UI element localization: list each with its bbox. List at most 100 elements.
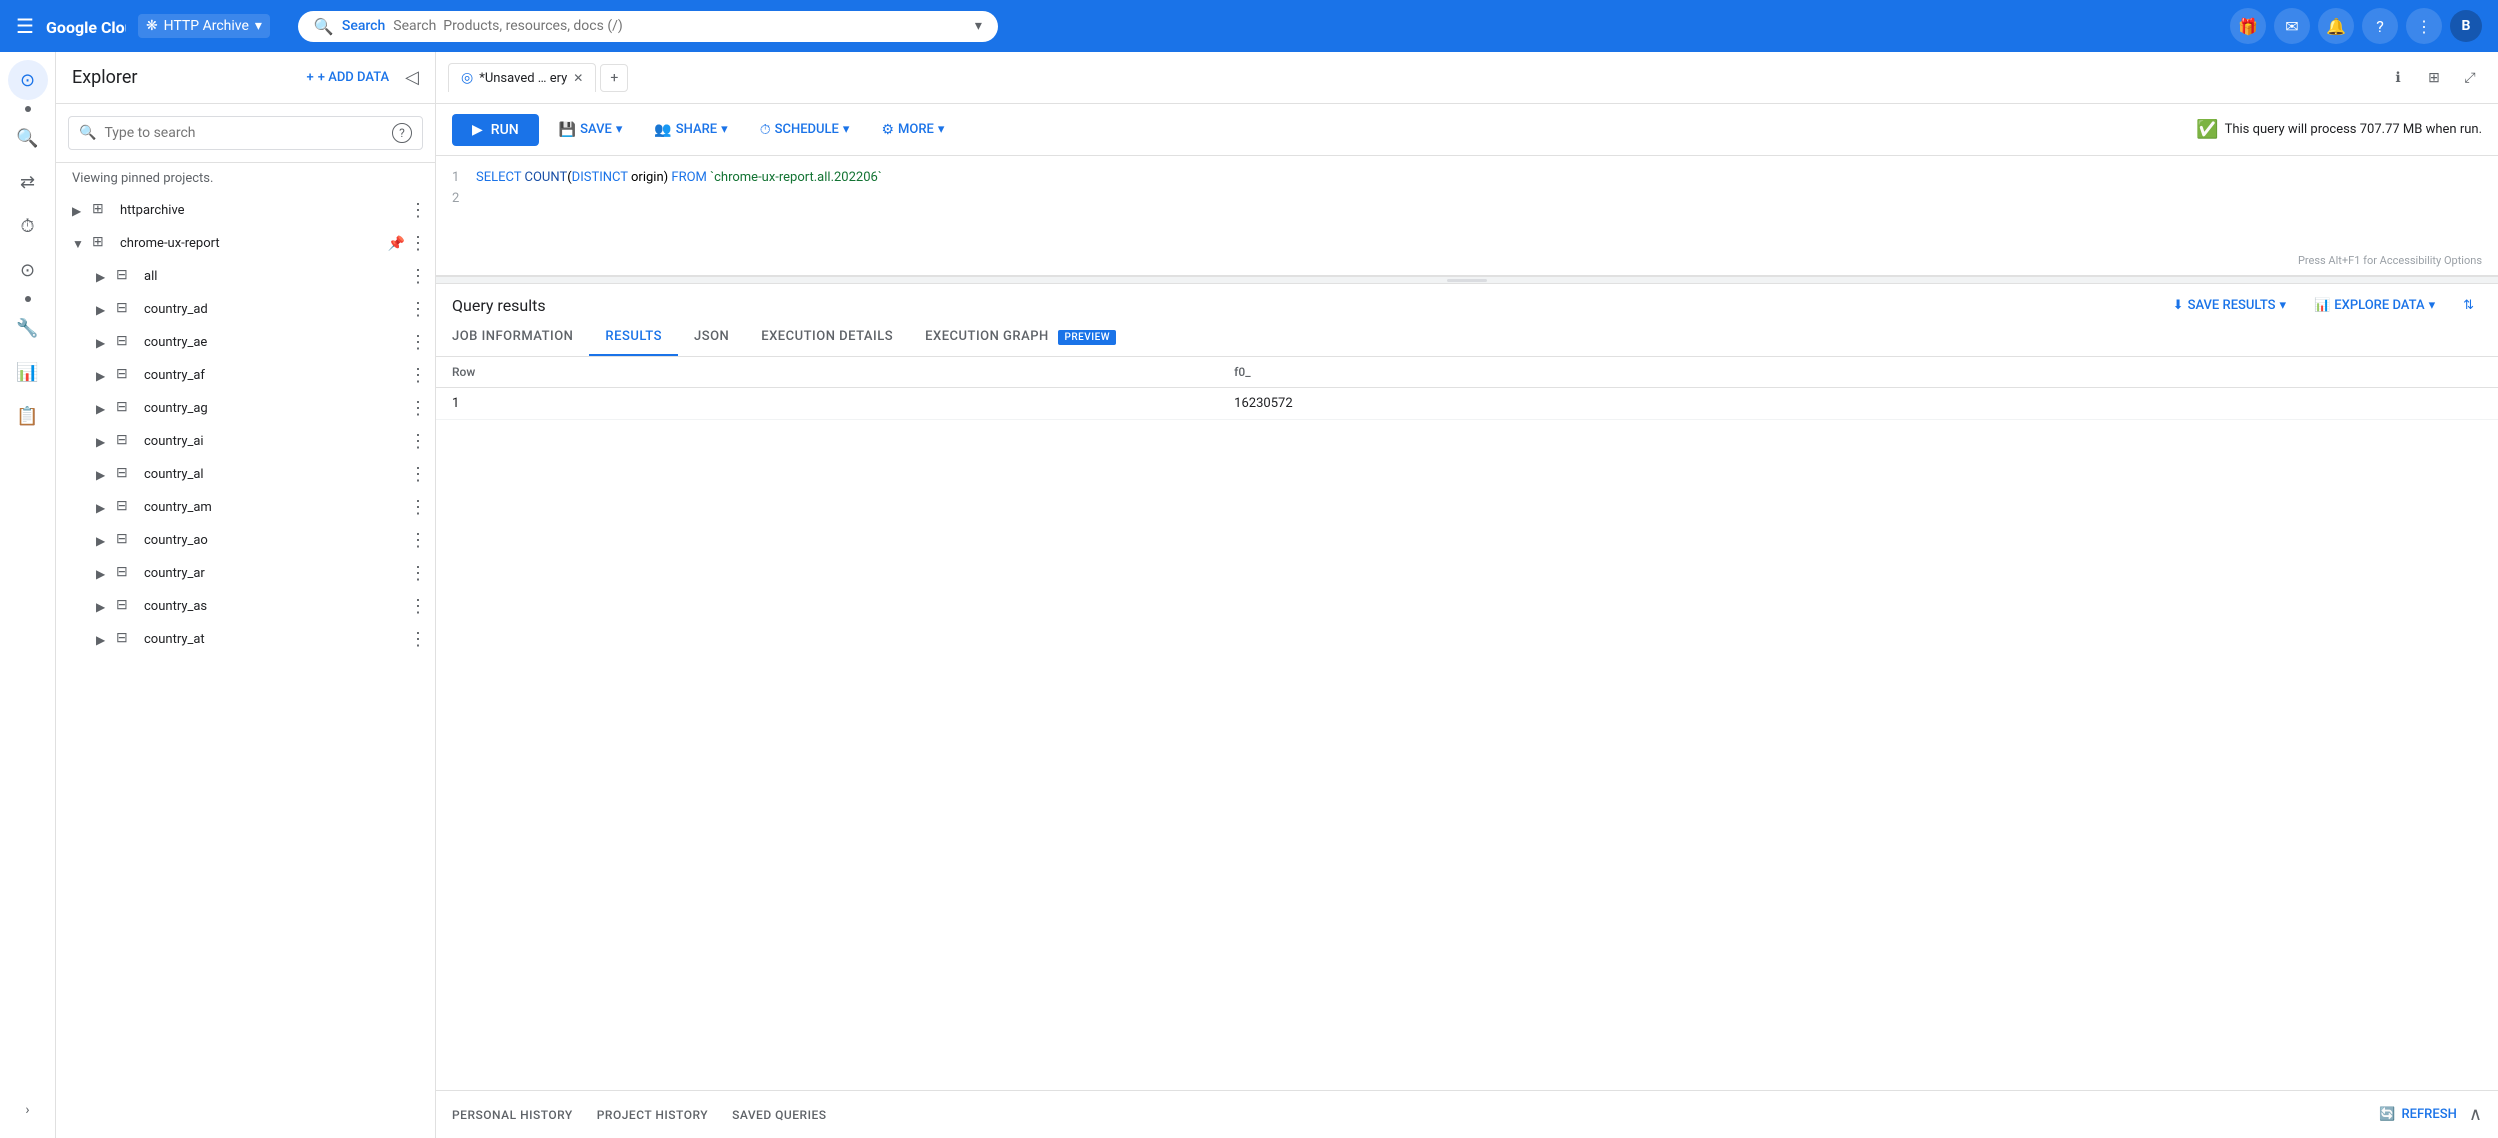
more-options-country-af[interactable]: ⋮ (409, 365, 427, 386)
table-row: 1 16230572 (436, 388, 2498, 420)
sidebar-item-chart[interactable]: 📊 (8, 352, 48, 392)
tab-execution-details[interactable]: EXECUTION DETAILS (745, 319, 909, 356)
query-tab-label: *Unsaved … ery (479, 71, 567, 86)
item-name-country-al: country_al (144, 467, 409, 482)
sidebar-item-search[interactable]: 🔍 (8, 118, 48, 158)
search-input[interactable] (393, 18, 959, 34)
expand-results-button[interactable]: ⇅ (2455, 292, 2482, 319)
share-button[interactable]: 👥 SHARE ▾ (642, 116, 739, 144)
sidebar-item-tools[interactable]: 🔧 (8, 308, 48, 348)
table-icon-country-ao: ⊟ (116, 531, 136, 551)
item-name-country-ae: country_ae (144, 335, 409, 350)
explorer-collapse-button[interactable]: ◁ (405, 67, 419, 88)
tab-job-information[interactable]: JOB INFORMATION (436, 319, 589, 356)
item-name-country-af: country_af (144, 368, 409, 383)
table-icon-country-as: ⊟ (116, 597, 136, 617)
tree-item-country-am[interactable]: ▶ ⊟ country_am ⋮ (56, 491, 435, 524)
query-info-text: This query will process 707.77 MB when r… (2225, 122, 2482, 137)
tree-item-country-al[interactable]: ▶ ⊟ country_al ⋮ (56, 458, 435, 491)
results-title: Query results (452, 296, 2165, 315)
more-options-country-ag[interactable]: ⋮ (409, 398, 427, 419)
search-expand-icon[interactable]: ▾ (975, 18, 982, 34)
more-options-chrome-ux[interactable]: ⋮ (409, 233, 427, 254)
tab-exec-details-label: EXECUTION DETAILS (761, 329, 893, 344)
new-tab-button[interactable]: + (600, 64, 628, 92)
tree-item-country-af[interactable]: ▶ ⊟ country_af ⋮ (56, 359, 435, 392)
more-options-country-ao[interactable]: ⋮ (409, 530, 427, 551)
more-button[interactable]: ⚙ MORE ▾ (869, 116, 956, 144)
schedule-button[interactable]: ⏱ SCHEDULE ▾ (748, 116, 862, 144)
sidebar-item-reports[interactable]: 📋 (8, 396, 48, 436)
item-name-httparchive: httparchive (120, 203, 409, 218)
google-cloud-logo: Google Cloud (46, 13, 126, 39)
sql-editor[interactable]: 1 SELECT COUNT(DISTINCT origin) FROM `ch… (436, 156, 2498, 276)
more-options-country-al[interactable]: ⋮ (409, 464, 427, 485)
results-header-row: Query results ⬇ SAVE RESULTS ▾ 📊 EXPLORE… (436, 284, 2498, 319)
info-action-button[interactable]: ℹ (2382, 62, 2414, 94)
more-options-country-am[interactable]: ⋮ (409, 497, 427, 518)
menu-icon[interactable]: ☰ (16, 14, 34, 38)
expand-arrow-httparchive: ▶ (72, 204, 92, 218)
more-options-country-as[interactable]: ⋮ (409, 596, 427, 617)
explorer-search-wrap: 🔍 ? (68, 116, 423, 150)
table-action-button[interactable]: ⊞ (2418, 62, 2450, 94)
expand-arrow-country-ao: ▶ (96, 534, 116, 548)
tree-item-country-ao[interactable]: ▶ ⊟ country_ao ⋮ (56, 524, 435, 557)
user-avatar[interactable]: B (2450, 10, 2482, 42)
tree-item-all[interactable]: ▶ ⊟ all ⋮ (56, 260, 435, 293)
bottom-tabs: PERSONAL HISTORY PROJECT HISTORY SAVED Q… (452, 1100, 827, 1130)
refresh-button[interactable]: 🔄 REFRESH (2379, 1107, 2457, 1122)
tree-item-chrome-ux-report[interactable]: ▼ ⊞ chrome-ux-report 📌 ⋮ (56, 227, 435, 260)
save-results-button[interactable]: ⬇ SAVE RESULTS ▾ (2165, 292, 2294, 319)
more-options-country-ai[interactable]: ⋮ (409, 431, 427, 452)
table-icon-country-af: ⊟ (116, 366, 136, 386)
project-selector[interactable]: ❋ HTTP Archive ▾ (138, 14, 270, 38)
tree-item-country-ar[interactable]: ▶ ⊟ country_ar ⋮ (56, 557, 435, 590)
sidebar-item-analytics[interactable]: ⊙ (8, 60, 48, 100)
tree-item-country-ai[interactable]: ▶ ⊟ country_ai ⋮ (56, 425, 435, 458)
tab-json[interactable]: JSON (678, 319, 745, 356)
tab-saved-queries[interactable]: SAVED QUERIES (732, 1100, 826, 1130)
more-icon-btn[interactable]: ⋮ (2406, 8, 2442, 44)
search-help-icon[interactable]: ? (392, 123, 412, 143)
sidebar-item-schedule[interactable]: ⊙ (8, 250, 48, 290)
tabs-actions: ℹ ⊞ ⤢ (2382, 62, 2486, 94)
sidebar-expand-button[interactable]: › (8, 1090, 48, 1130)
resize-handle[interactable] (436, 276, 2498, 284)
query-tab-unsaved[interactable]: ◎ *Unsaved … ery ✕ (448, 63, 596, 92)
tree-item-country-ae[interactable]: ▶ ⊟ country_ae ⋮ (56, 326, 435, 359)
save-button[interactable]: 💾 SAVE ▾ (547, 116, 635, 144)
tree-item-country-ad[interactable]: ▶ ⊟ country_ad ⋮ (56, 293, 435, 326)
expand-action-button[interactable]: ⤢ (2454, 62, 2486, 94)
help-icon-btn[interactable]: ? (2362, 8, 2398, 44)
collapse-bottom-icon[interactable]: ∧ (2469, 1104, 2482, 1125)
dataset-icon-chrome: ⊞ (92, 234, 112, 254)
sidebar-item-history[interactable]: ⏱ (8, 206, 48, 246)
more-dropdown-icon: ▾ (938, 122, 945, 137)
more-options-country-ad[interactable]: ⋮ (409, 299, 427, 320)
tab-execution-graph[interactable]: EXECUTION GRAPH PREVIEW (909, 319, 1132, 356)
tree-item-country-ag[interactable]: ▶ ⊟ country_ag ⋮ (56, 392, 435, 425)
run-button[interactable]: ▶ RUN (452, 114, 539, 146)
tab-personal-history[interactable]: PERSONAL HISTORY (452, 1100, 573, 1130)
tab-project-history[interactable]: PROJECT HISTORY (597, 1100, 708, 1130)
tree-item-country-as[interactable]: ▶ ⊟ country_as ⋮ (56, 590, 435, 623)
explore-dropdown: ▾ (2429, 298, 2436, 313)
notification-icon-btn[interactable]: 🔔 (2318, 8, 2354, 44)
explore-data-button[interactable]: 📊 EXPLORE DATA ▾ (2306, 292, 2443, 319)
gift-icon-btn[interactable]: 🎁 (2230, 8, 2266, 44)
explorer-search-input[interactable] (104, 125, 384, 141)
more-options-country-ae[interactable]: ⋮ (409, 332, 427, 353)
tab-results[interactable]: RESULTS (589, 319, 678, 356)
add-data-button[interactable]: + + ADD DATA (299, 64, 398, 91)
mail-icon-btn[interactable]: ✉ (2274, 8, 2310, 44)
query-tab-close[interactable]: ✕ (573, 71, 583, 85)
more-options-country-ar[interactable]: ⋮ (409, 563, 427, 584)
more-options-all[interactable]: ⋮ (409, 266, 427, 287)
tree-item-country-at[interactable]: ▶ ⊟ country_at ⋮ (56, 623, 435, 656)
sidebar-item-transfer[interactable]: ⇄ (8, 162, 48, 202)
more-options-httparchive[interactable]: ⋮ (409, 200, 427, 221)
resize-bar (1447, 279, 1487, 282)
tree-item-httparchive[interactable]: ▶ ⊞ httparchive ⋮ (56, 194, 435, 227)
more-options-country-at[interactable]: ⋮ (409, 629, 427, 650)
